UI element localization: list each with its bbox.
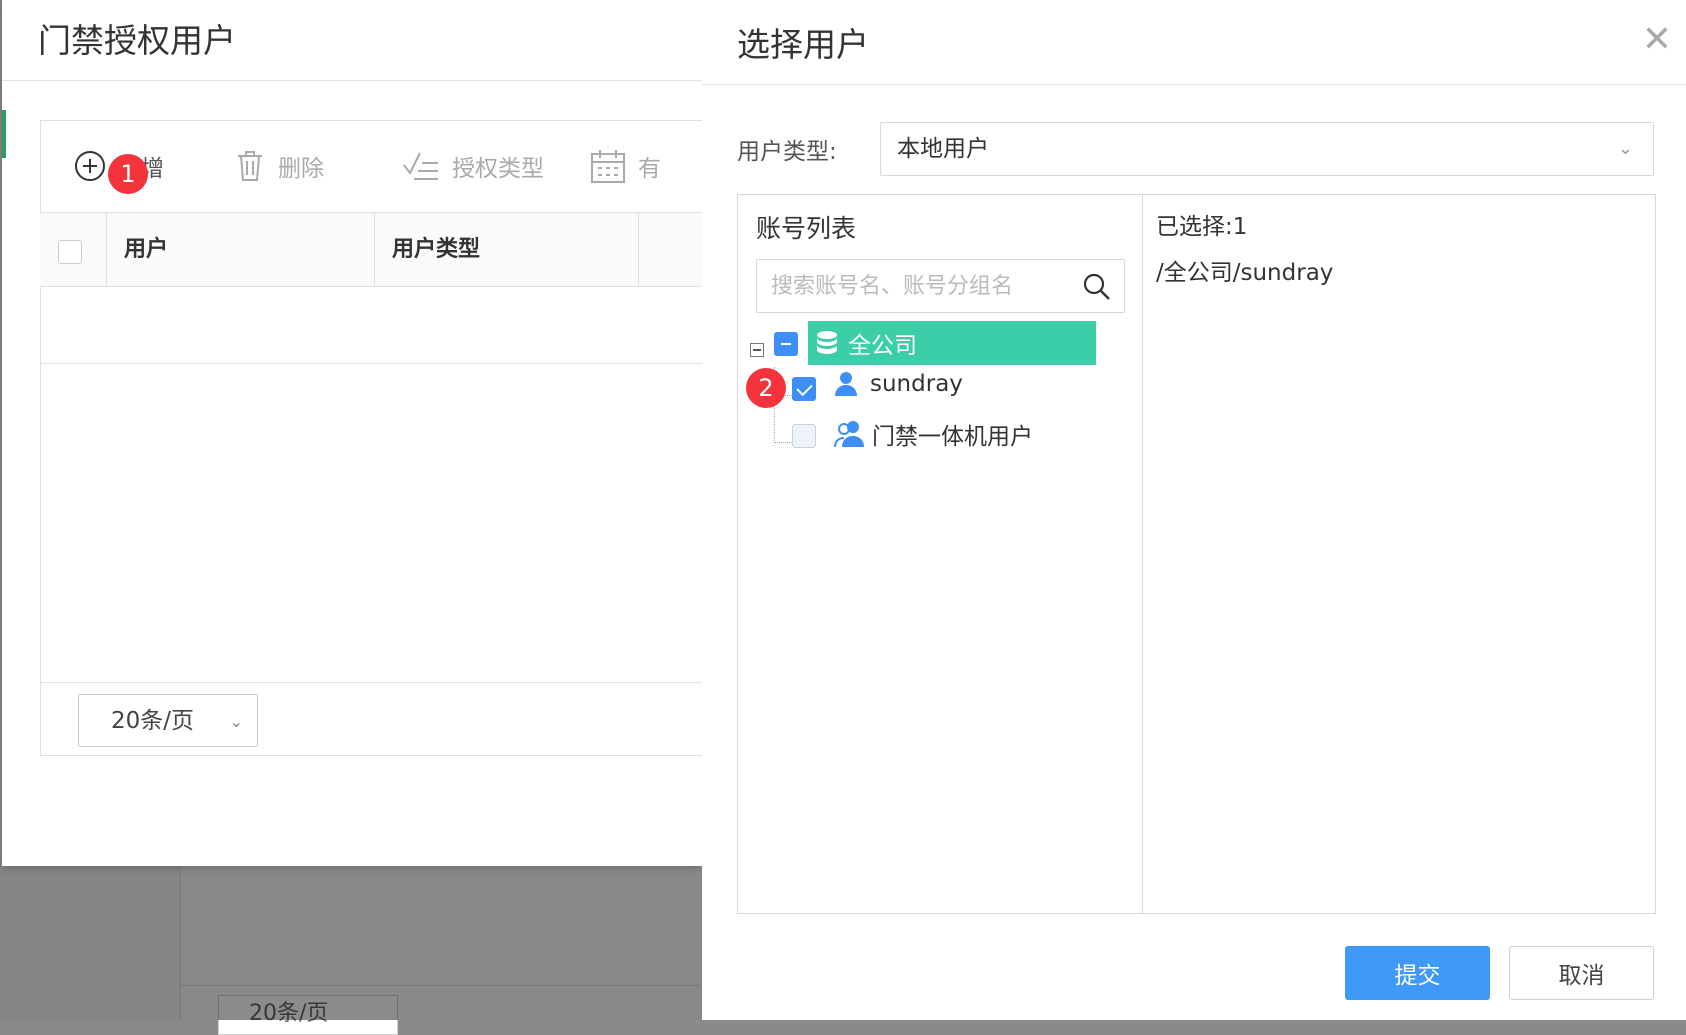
tree-node-root-label: 全公司 bbox=[848, 333, 917, 359]
column-header-user-type: 用户类型 bbox=[392, 237, 481, 262]
delete-button-label: 删除 bbox=[278, 156, 324, 182]
add-circle-icon bbox=[75, 151, 105, 181]
chevron-down-icon: ⌄ bbox=[1617, 138, 1633, 159]
page-size-value: 20条/页 bbox=[111, 708, 195, 734]
auth-type-button-label: 授权类型 bbox=[452, 156, 544, 182]
account-search bbox=[756, 259, 1125, 313]
tree-node-sundray-label: sundray bbox=[870, 371, 963, 397]
close-icon[interactable]: ✕ bbox=[1637, 20, 1677, 60]
submit-button[interactable]: 提交 bbox=[1345, 946, 1490, 1000]
calendar-icon bbox=[591, 150, 625, 183]
tree-node-access-group[interactable]: 门禁一体机用户 bbox=[834, 417, 1033, 451]
column-separator bbox=[374, 213, 375, 286]
validity-button-label: 有 bbox=[638, 156, 661, 182]
user-type-value: 本地用户 bbox=[897, 136, 989, 162]
search-input[interactable] bbox=[757, 260, 1073, 312]
search-icon[interactable] bbox=[1082, 272, 1112, 302]
selected-count: 已选择:1 bbox=[1156, 214, 1248, 240]
tree-connector bbox=[774, 442, 792, 443]
table-header: 用户 用户类型 bbox=[40, 212, 702, 287]
panel-title: 门禁授权用户 bbox=[38, 21, 236, 60]
user-picker: 账号列表 全公司 sundray 门禁一体机用户 已选择:1 /全公司/sund… bbox=[737, 194, 1656, 914]
step-badge-2: 2 bbox=[746, 368, 786, 408]
account-list-title: 账号列表 bbox=[756, 214, 857, 243]
root-checkbox[interactable] bbox=[774, 332, 798, 356]
tree-node-sundray[interactable]: sundray bbox=[834, 371, 963, 397]
step-badge-1: 1 bbox=[108, 154, 148, 194]
dialog-divider bbox=[702, 84, 1686, 85]
tree-node-root[interactable]: 全公司 bbox=[808, 321, 1096, 365]
auth-type-button[interactable]: 授权类型 bbox=[402, 144, 544, 188]
dialog-title: 选择用户 bbox=[737, 25, 869, 64]
select-user-dialog: 选择用户 ✕ 用户类型: 本地用户 ⌄ 账号列表 全公司 sundray bbox=[702, 0, 1686, 1020]
user-icon bbox=[835, 372, 857, 396]
delete-button[interactable]: 删除 bbox=[234, 144, 324, 188]
active-indicator bbox=[2, 110, 6, 158]
selected-item: /全公司/sundray bbox=[1156, 260, 1334, 286]
tree-node-access-group-label: 门禁一体机用户 bbox=[872, 424, 1033, 450]
chevron-down-icon: ⌄ bbox=[229, 712, 243, 731]
column-header-user: 用户 bbox=[124, 237, 169, 262]
authorized-users-panel: 门禁授权用户 新增 删除 授权类型 有 用户 用户类型 20条/页 ⌄ bbox=[2, 0, 703, 866]
panel-divider bbox=[2, 80, 702, 81]
validity-button[interactable]: 有 bbox=[590, 144, 661, 188]
user-type-select[interactable]: 本地用户 ⌄ bbox=[880, 122, 1654, 176]
column-separator bbox=[106, 213, 107, 286]
picker-divider bbox=[1142, 195, 1143, 913]
user-type-label: 用户类型: bbox=[737, 139, 837, 165]
column-separator bbox=[638, 213, 639, 286]
database-icon bbox=[817, 331, 837, 354]
page-size-select[interactable]: 20条/页 ⌄ bbox=[78, 694, 258, 747]
footer-divider bbox=[40, 682, 702, 683]
group-checkbox[interactable] bbox=[792, 424, 816, 448]
trash-icon bbox=[238, 151, 262, 181]
select-all-checkbox[interactable] bbox=[58, 240, 82, 264]
row-divider bbox=[40, 363, 702, 364]
sundray-checkbox[interactable] bbox=[792, 377, 816, 401]
collapse-tree-icon[interactable] bbox=[750, 343, 764, 357]
user-group-icon bbox=[834, 421, 864, 448]
check-list-icon bbox=[403, 152, 438, 180]
cancel-button[interactable]: 取消 bbox=[1509, 946, 1654, 1000]
